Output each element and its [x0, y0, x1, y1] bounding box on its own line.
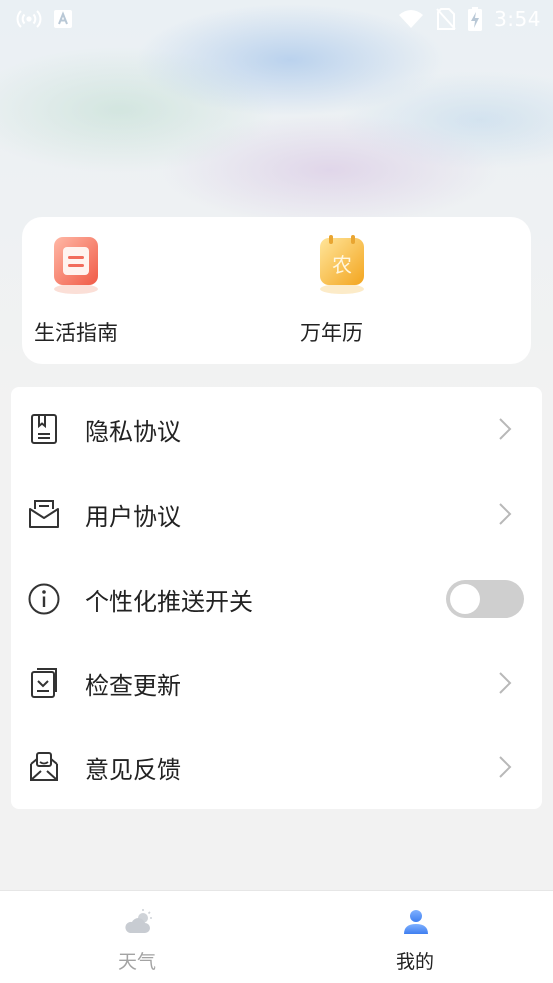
calendar-icon: 农: [320, 235, 364, 294]
feedback-mail-icon: [30, 752, 58, 781]
download-doc-icon: [31, 668, 57, 698]
info-icon: [28, 583, 60, 615]
push-toggle-switch[interactable]: [446, 580, 524, 618]
quick-link-label: 万年历: [300, 321, 363, 345]
tab-mine[interactable]: 我的: [345, 891, 485, 983]
chevron-right-icon: [499, 418, 512, 440]
user-icon: [404, 910, 428, 934]
envelope-icon: [29, 500, 59, 528]
weather-icon: [125, 909, 152, 933]
chevron-right-icon: [499, 672, 512, 694]
menu-item-privacy[interactable]: 隐私协议: [11, 387, 542, 471]
tab-label: 天气: [117, 951, 156, 973]
status-bar: 3:54: [0, 0, 553, 38]
tab-weather[interactable]: 天气: [67, 891, 207, 983]
menu-item-check-update[interactable]: 检查更新: [11, 641, 542, 725]
chevron-right-icon: [499, 756, 512, 778]
quick-link-label: 生活指南: [34, 321, 118, 345]
menu-item-push-toggle: 个性化推送开关: [11, 557, 542, 641]
life-guide-icon: [54, 237, 98, 294]
menu-item-label: 意见反馈: [85, 755, 181, 784]
wifi-icon: [399, 10, 424, 28]
quick-link-calendar[interactable]: 农 万年历: [292, 217, 452, 364]
bottom-tab-bar: 天气 我的: [0, 890, 553, 983]
settings-menu: 隐私协议 用户协议 个性化推送开关 检查更新 意见反馈: [11, 387, 542, 809]
toggle-knob: [450, 584, 480, 614]
status-time: 3:54: [494, 7, 541, 31]
battery-charging-icon: [468, 7, 483, 31]
menu-item-label: 个性化推送开关: [85, 587, 253, 616]
quick-link-life-guide[interactable]: 生活指南: [26, 217, 186, 364]
no-sim-icon: [436, 8, 456, 30]
keyboard-a-icon: [54, 10, 72, 28]
svg-text:农: 农: [332, 253, 352, 277]
tab-label: 我的: [395, 951, 434, 973]
menu-item-feedback[interactable]: 意见反馈: [11, 725, 542, 809]
menu-item-label: 检查更新: [85, 671, 181, 700]
hotspot-icon: [16, 10, 42, 28]
quick-links-card: 生活指南 农 万年历: [22, 217, 531, 364]
chevron-right-icon: [499, 503, 512, 525]
menu-item-label: 用户协议: [85, 502, 181, 531]
menu-item-user-agreement[interactable]: 用户协议: [11, 472, 542, 556]
menu-item-label: 隐私协议: [85, 417, 181, 446]
document-icon: [31, 414, 57, 444]
